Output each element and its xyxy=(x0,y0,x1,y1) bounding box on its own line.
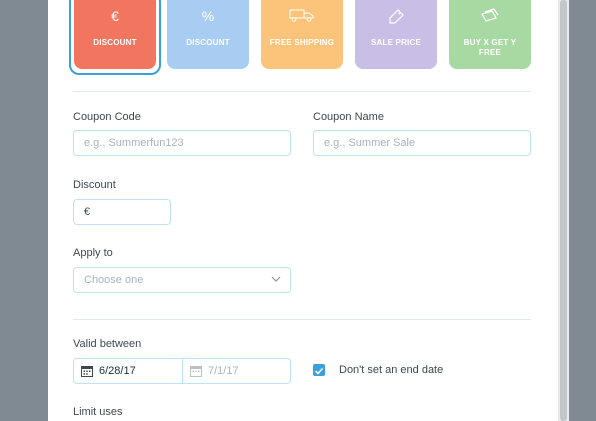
coupon-type-euro-discount[interactable]: € DISCOUNT xyxy=(74,0,156,69)
section-divider xyxy=(73,91,531,92)
coupon-name-placeholder: e.g., Summer Sale xyxy=(324,137,416,149)
percent-icon: % xyxy=(201,8,215,24)
coupon-type-sale-price[interactable]: SALE PRICE xyxy=(355,0,437,69)
section-divider xyxy=(73,319,531,320)
coupon-type-label: DISCOUNT xyxy=(186,38,230,47)
coupon-type-label: DISCOUNT xyxy=(93,38,137,47)
coupon-type-percent-discount[interactable]: % DISCOUNT xyxy=(167,0,249,69)
tags-icon xyxy=(449,8,531,28)
coupon-name-input[interactable]: e.g., Summer Sale xyxy=(313,130,531,156)
no-end-date-label: Don't set an end date xyxy=(339,364,444,376)
coupon-type-label: SALE PRICE xyxy=(370,38,421,47)
coupon-type-free-shipping[interactable]: FREE SHIPPING xyxy=(261,0,343,69)
discount-input[interactable]: € xyxy=(73,199,171,225)
coupon-type-label: FREE SHIPPING xyxy=(269,38,335,47)
apply-to-placeholder: Choose one xyxy=(84,274,144,286)
discount-label: Discount xyxy=(73,179,116,191)
date-divider xyxy=(182,359,183,383)
limit-uses-label: Limit uses xyxy=(73,406,123,418)
coupon-type-label: BUY X GET Y FREE xyxy=(463,38,517,57)
scrollbar-thumb[interactable] xyxy=(560,0,567,421)
start-date-field[interactable]: 6/28/17 xyxy=(99,365,136,377)
end-date-field[interactable]: 7/1/17 xyxy=(208,365,239,377)
truck-icon xyxy=(261,8,343,28)
checkmark-icon xyxy=(314,367,324,375)
coupon-code-label: Coupon Code xyxy=(73,111,141,123)
euro-icon: € xyxy=(111,8,119,24)
calendar-icon[interactable] xyxy=(190,365,202,377)
valid-between-label: Valid between xyxy=(73,338,142,350)
coupon-code-placeholder: e.g., Summerfun123 xyxy=(84,137,184,149)
coupon-type-buy-x-get-y[interactable]: BUY X GET Y FREE xyxy=(449,0,531,69)
apply-to-label: Apply to xyxy=(73,247,113,259)
apply-to-dropdown[interactable]: Choose one xyxy=(73,267,291,293)
tag-icon xyxy=(355,8,437,28)
date-range-picker: 6/28/17 7/1/17 xyxy=(73,358,291,384)
euro-prefix-icon: € xyxy=(84,206,91,218)
chevron-down-icon xyxy=(271,276,281,282)
calendar-icon[interactable] xyxy=(81,365,93,377)
coupon-code-input[interactable]: e.g., Summerfun123 xyxy=(73,130,291,156)
coupon-name-label: Coupon Name xyxy=(313,111,384,123)
no-end-date-checkbox[interactable] xyxy=(313,364,325,376)
